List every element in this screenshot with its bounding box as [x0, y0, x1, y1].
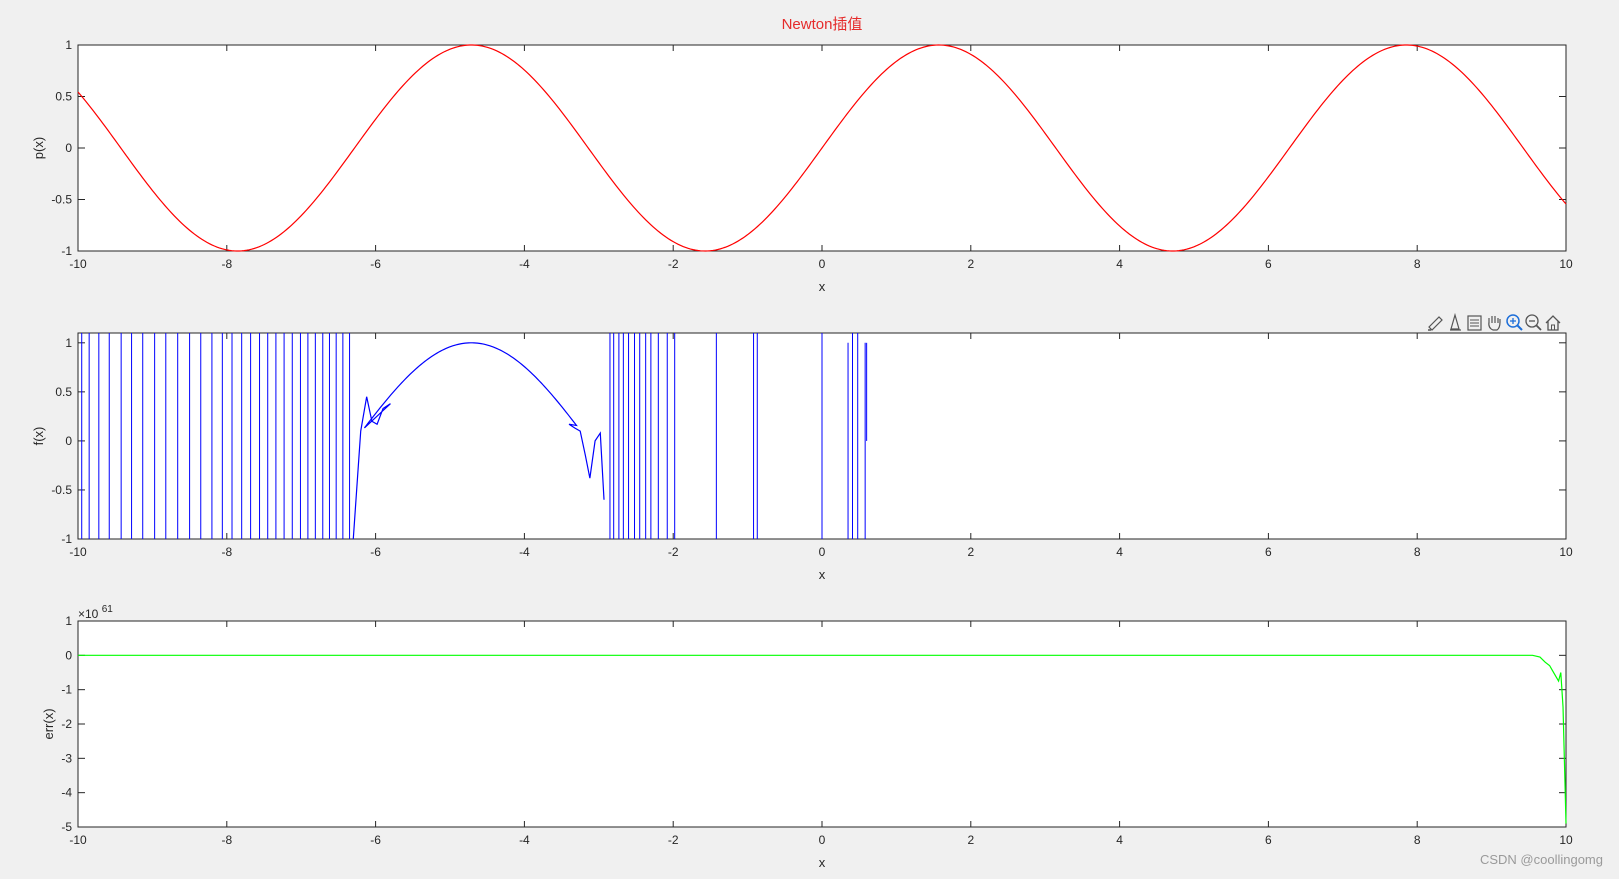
x-tick-label: -2 [668, 545, 679, 559]
x-tick-label: 8 [1414, 545, 1421, 559]
y-tick-label: 0 [65, 434, 72, 448]
y-axis-label: p(x) [31, 137, 46, 159]
x-tick-label: 0 [819, 833, 826, 847]
x-tick-label: 6 [1265, 545, 1272, 559]
y-tick-label: -1 [61, 683, 72, 697]
x-tick-label: 2 [967, 545, 974, 559]
x-tick-label: 8 [1414, 833, 1421, 847]
y-tick-label: -4 [61, 786, 72, 800]
x-tick-label: 2 [967, 833, 974, 847]
x-tick-label: -8 [221, 257, 232, 271]
x-tick-label: 4 [1116, 257, 1123, 271]
x-tick-label: -6 [370, 257, 381, 271]
plot-area[interactable] [77, 620, 1567, 828]
x-tick-label: -2 [668, 833, 679, 847]
y-tick-label: -0.5 [51, 483, 72, 497]
watermark: CSDN @coollingomg [1480, 852, 1603, 867]
y-tick-label: -1 [61, 244, 72, 258]
x-tick-label: 0 [819, 257, 826, 271]
y-axis-exponent-power: 61 [102, 604, 114, 615]
x-tick-label: 10 [1559, 833, 1573, 847]
x-axis-label: x [819, 855, 826, 870]
chart-title: Newton插值 [782, 16, 863, 33]
x-tick-label: -6 [370, 833, 381, 847]
y-tick-label: -0.5 [51, 193, 72, 207]
x-tick-label: -4 [519, 257, 530, 271]
x-tick-label: 10 [1559, 257, 1573, 271]
x-tick-label: 6 [1265, 257, 1272, 271]
x-tick-label: -4 [519, 545, 530, 559]
y-tick-label: 1 [65, 38, 72, 52]
y-tick-label: 0.5 [55, 385, 72, 399]
y-tick-label: 1 [65, 336, 72, 350]
x-axis-label: x [819, 279, 826, 294]
x-tick-label: 4 [1116, 833, 1123, 847]
x-tick-label: 6 [1265, 833, 1272, 847]
y-tick-label: 0.5 [55, 90, 72, 104]
x-tick-label: -10 [69, 545, 87, 559]
y-tick-label: 0 [65, 648, 72, 662]
figure: Newton插值 -10 -8 -6 -4 -2 0 2 4 6 8 10-1-0.500.51 x… [0, 0, 1619, 879]
y-tick-label: -3 [61, 751, 72, 765]
x-tick-label: 2 [967, 257, 974, 271]
x-tick-label: -10 [69, 833, 87, 847]
y-tick-label: 1 [65, 614, 72, 628]
y-tick-label: -2 [61, 717, 72, 731]
y-tick-label: 0 [65, 141, 72, 155]
x-axis-label: x [819, 567, 826, 582]
x-tick-label: 10 [1559, 545, 1573, 559]
x-tick-label: 8 [1414, 257, 1421, 271]
x-tick-label: 4 [1116, 545, 1123, 559]
y-tick-label: -1 [61, 532, 72, 546]
x-tick-label: -2 [668, 257, 679, 271]
x-tick-label: -8 [221, 545, 232, 559]
x-tick-label: -10 [69, 257, 87, 271]
x-tick-label: -4 [519, 833, 530, 847]
x-tick-label: -8 [221, 833, 232, 847]
x-tick-label: -6 [370, 545, 381, 559]
y-axis-exponent-base: ×10 [78, 607, 99, 621]
y-axis-label: f(x) [31, 427, 46, 446]
x-tick-label: 0 [819, 545, 826, 559]
y-axis-label: err(x) [41, 708, 56, 739]
y-tick-label: -5 [61, 820, 72, 834]
